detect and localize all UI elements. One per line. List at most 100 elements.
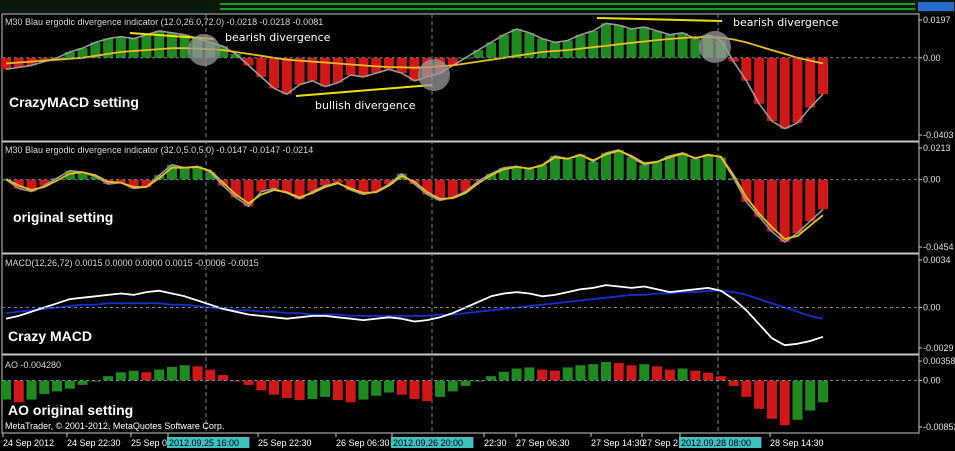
divergence-label: bullish divergence [315, 99, 416, 112]
bar [1, 380, 11, 400]
bar [524, 169, 535, 180]
bar [754, 179, 765, 217]
y-tick-label: 0.0197 [923, 15, 951, 25]
bar [562, 158, 573, 180]
divergence-label: bearish divergence [225, 31, 331, 44]
bar [64, 380, 75, 389]
bar [613, 149, 624, 180]
bar [269, 380, 280, 395]
bar [256, 179, 267, 192]
bar [269, 57, 280, 89]
bar [498, 34, 509, 58]
bar [396, 57, 407, 74]
y-tick-label: 0.00358 [923, 356, 955, 366]
panel4-header: AO -0.004280 [5, 360, 61, 370]
x-tick-label: 24 Sep 2012 [3, 438, 54, 448]
bar [805, 179, 816, 222]
bar [779, 179, 790, 242]
bar [677, 32, 688, 58]
bar [703, 154, 714, 180]
bar [115, 36, 126, 58]
bar [690, 38, 701, 58]
bar [626, 157, 637, 180]
bar [26, 380, 37, 400]
bar [664, 369, 675, 381]
bar [792, 380, 803, 420]
bar [652, 30, 663, 58]
panel1-setting-label: CrazyMACD setting [9, 94, 139, 110]
bar [805, 57, 816, 108]
bar [754, 380, 765, 409]
x-tick-label: 25 Sep 0 [131, 438, 167, 448]
bar [460, 380, 471, 386]
bar [818, 380, 828, 403]
bar [575, 154, 586, 180]
x-tick-label: 2012.09.25 16:00 [169, 438, 239, 448]
bar [588, 30, 599, 58]
bar [52, 380, 63, 392]
bar [307, 380, 318, 400]
y-tick-label: 0.0213 [923, 143, 951, 153]
bar [575, 365, 586, 381]
x-tick-label: 22:30 [484, 438, 507, 448]
bar [103, 376, 114, 381]
bar [805, 380, 816, 411]
divergence-marker [418, 59, 450, 91]
bar [345, 57, 356, 76]
panel3-setting-label: Crazy MACD [8, 328, 92, 344]
panel4-setting-label: AO original setting [8, 402, 133, 418]
bar [766, 380, 777, 419]
y-tick-label: -0.0403 [923, 130, 954, 140]
bar [141, 34, 152, 58]
x-tick-label: 28 Sep 14:30 [770, 438, 824, 448]
bar [524, 367, 535, 381]
bar [13, 380, 24, 403]
bar [77, 380, 88, 385]
panel2-setting-label: original setting [13, 209, 113, 225]
bar [243, 380, 254, 385]
panel2-header: M30 Blau ergodic divergence indicator (3… [5, 145, 313, 155]
x-tick-label: 26 Sep 06:30 [336, 438, 390, 448]
bar [320, 380, 331, 397]
bar [549, 370, 560, 381]
bar [396, 380, 407, 395]
divergence-marker [699, 31, 731, 63]
bar [473, 50, 484, 58]
bar [422, 380, 433, 402]
bar [613, 25, 624, 58]
y-tick-label: 0.00 [923, 302, 941, 312]
bar [447, 179, 458, 198]
copyright-footer: MetaTrader, © 2001-2012, MetaQuotes Soft… [5, 421, 224, 431]
bar [639, 164, 650, 180]
y-tick-label: 0.0034 [923, 255, 951, 265]
bar [613, 363, 624, 381]
bar [435, 380, 446, 397]
y-tick-label: -0.00853 [923, 422, 955, 432]
bar [409, 380, 420, 400]
bar [141, 372, 152, 381]
bar [218, 375, 229, 381]
bar [588, 364, 599, 381]
series-line [5, 149, 824, 243]
bar [652, 161, 663, 180]
bar [766, 57, 777, 122]
panel3-header: MACD(12,26,72) 0.0015 0.0000 0.0000 0.00… [5, 258, 259, 268]
bar [332, 380, 343, 401]
x-tick-label: 2012.09.28 08:00 [681, 438, 751, 448]
panel-macd [5, 284, 824, 347]
bar [690, 370, 701, 381]
bar [741, 380, 752, 397]
divergence-annotations: bearish divergence bullish divergence bear… [129, 16, 839, 112]
y-tick-label: -0.0029 [923, 343, 954, 353]
bar [179, 167, 190, 180]
time-axis: 24 Sep 2012 24 Sep 22:30 25 Sep 0 2012.09.2… [2, 433, 824, 448]
bar [409, 57, 420, 81]
divergence-marker [188, 34, 220, 66]
bar [332, 57, 343, 83]
y-tick-label: 0.00 [923, 376, 941, 386]
bar [728, 380, 739, 386]
bar [639, 364, 650, 381]
x-tick-label: 25 Sep 22:30 [258, 438, 312, 448]
bar [677, 152, 688, 180]
x-tick-label: 2012.09.26 20:00 [393, 438, 463, 448]
